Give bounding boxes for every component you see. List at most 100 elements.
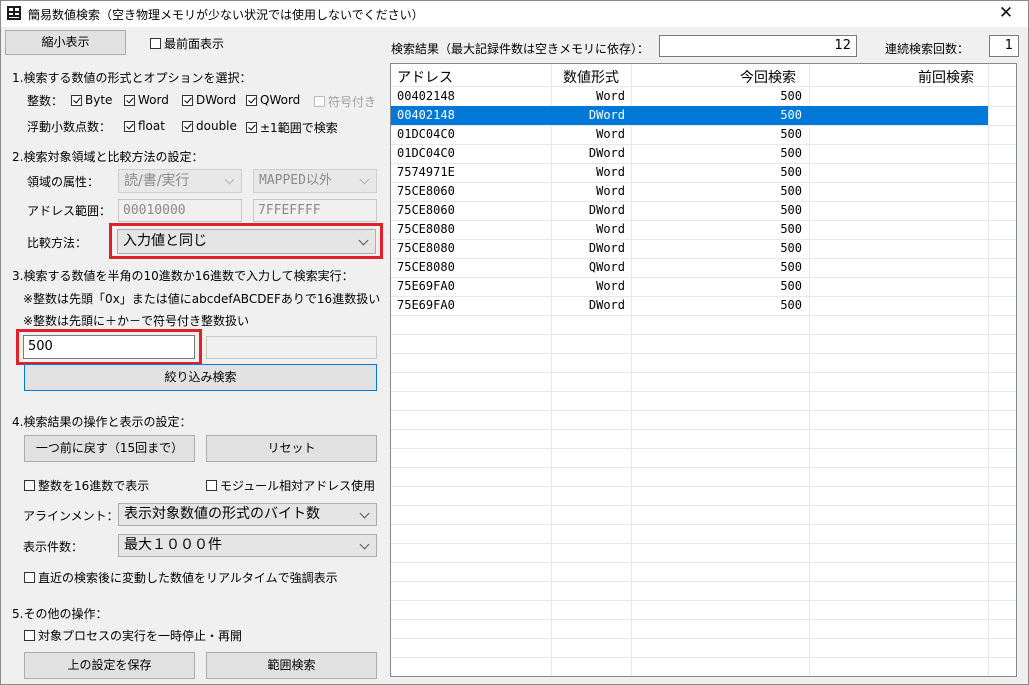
hex-display-checkbox[interactable]: 整数を16進数で表示 [24,477,149,494]
byte-checkbox-box[interactable] [71,94,82,106]
alignment-select[interactable]: 表示対象数値の形式のバイト数 [118,503,377,526]
address-cell: 75CE8060 [397,203,455,217]
signed-label: 符号付き [328,95,377,109]
section4-heading: 4.検索結果の操作と表示の設定： [12,415,192,429]
word-checkbox-box[interactable] [124,94,135,106]
module-relative-label: モジュール相対アドレス使用 [220,479,376,493]
repeat-count-field[interactable]: 1 [989,35,1019,57]
range-search-checkbox-box[interactable] [246,122,257,133]
undo-button[interactable]: 一つ前に戻す（15回まで） [24,435,195,462]
region-attr-select[interactable]: 読/書/実行 [118,169,242,193]
realtime-highlight-checkbox-box[interactable] [24,572,35,583]
table-row[interactable]: 75CE8080 Word 500 [391,220,988,239]
repeat-count-label: 連続検索回数： [885,42,970,56]
hex-display-label: 整数を16進数で表示 [38,479,150,493]
range-search-checkbox[interactable]: ±1範囲で検索 [246,119,338,136]
table-row[interactable]: 75CE8080 DWord 500 [391,239,988,258]
float-option-label: float [138,119,165,133]
column-header-type[interactable]: 数値形式 [563,67,619,87]
current-value-cell: 500 [780,127,802,141]
section2-heading: 2.検索対象領域と比較方法の設定： [12,150,204,164]
range-start-field[interactable]: 00010000 [118,199,242,222]
signed-checkbox[interactable]: 符号付き [314,93,376,110]
type-cell: DWord [588,241,625,255]
address-cell: 75E69FA0 [397,279,455,293]
display-count-label: 表示件数： [23,540,84,554]
pause-process-checkbox-box[interactable] [24,630,35,641]
table-row[interactable]: 00402148 Word 500 [391,87,988,106]
app-icon [7,6,21,20]
chevron-down-icon [360,504,370,525]
results-count-field: 12 [659,35,857,57]
module-relative-checkbox-box[interactable] [206,480,217,491]
filter-search-button[interactable]: 絞り込み検索 [24,364,377,391]
dword-checkbox-box[interactable] [182,94,193,106]
topmost-label: 最前面表示 [164,37,225,51]
float-checkbox-box[interactable] [124,120,135,132]
shrink-view-button[interactable]: 縮小表示 [5,30,126,55]
type-cell: Word [596,184,625,198]
dword-checkbox[interactable]: DWord [182,93,236,107]
table-row[interactable]: 01DC04C0 DWord 500 [391,144,988,163]
hex-note: ※整数は先頭「0x」または値にabcdefABCDEFありで16進数扱い [23,292,381,306]
title-bar: 簡易数値検索（空き物理メモリが少ない状況では使用しないでください） ✕ [1,1,1028,27]
realtime-highlight-checkbox[interactable]: 直近の検索後に変動した数値をリアルタイムで強調表示 [24,569,338,586]
type-cell: DWord [588,298,625,312]
type-cell: DWord [588,108,625,122]
range-search-button[interactable]: 範囲検索 [206,652,377,679]
word-checkbox[interactable]: Word [124,93,169,107]
current-value-cell: 500 [780,279,802,293]
chevron-down-icon [360,170,370,192]
column-header-address[interactable]: アドレス [397,67,453,87]
table-row[interactable]: 00402148 DWord 500 [391,106,988,125]
range-end-field[interactable]: 7FFEFFFF [253,199,377,222]
section3-heading: 3.検索する数値を半角の10進数か16進数で入力して検索実行： [12,269,354,283]
table-row[interactable]: 75CE8060 Word 500 [391,182,988,201]
current-value-cell: 500 [780,203,802,217]
mapped-select[interactable]: MAPPED以外 [253,169,377,193]
mapped-value: MAPPED以外 [259,173,332,188]
address-cell: 75CE8080 [397,222,455,236]
second-value-input[interactable] [206,336,377,359]
byte-label: Byte [85,93,113,107]
table-row[interactable]: 7574971E Word 500 [391,163,988,182]
range-search-label: ±1範囲で検索 [260,121,338,135]
double-checkbox[interactable]: double [182,119,237,133]
close-button[interactable]: ✕ [984,1,1028,27]
column-header-current[interactable]: 今回検索 [740,67,796,87]
pause-process-checkbox[interactable]: 対象プロセスの実行を一時停止・再開 [24,627,242,644]
signed-checkbox-box[interactable] [314,96,325,107]
section1-heading: 1.検索する数値の形式とオプションを選択： [12,71,252,85]
address-cell: 01DC04C0 [397,127,455,141]
type-cell: DWord [588,146,625,160]
table-row[interactable]: 01DC04C0 Word 500 [391,125,988,144]
table-row[interactable]: 75E69FA0 Word 500 [391,277,988,296]
save-settings-button[interactable]: 上の設定を保存 [24,652,195,679]
qword-checkbox-box[interactable] [246,94,257,106]
table-row[interactable]: 75CE8080 QWord 500 [391,258,988,277]
region-attr-label: 領域の属性： [27,175,100,189]
int-label: 整数： [27,94,64,108]
address-cell: 75E69FA0 [397,298,455,312]
table-row[interactable]: 75CE8060 DWord 500 [391,201,988,220]
address-cell: 00402148 [397,108,455,122]
realtime-highlight-label: 直近の検索後に変動した数値をリアルタイムで強調表示 [38,571,338,585]
reset-button[interactable]: リセット [206,435,377,462]
hex-display-checkbox-box[interactable] [24,480,35,491]
current-value-cell: 500 [780,165,802,179]
results-table[interactable]: アドレス 数値形式 今回検索 前回検索 00402148 Word 500 00402… [390,63,1017,677]
float-checkbox[interactable]: float [124,119,165,133]
topmost-checkbox[interactable]: 最前面表示 [150,35,224,52]
address-cell: 01DC04C0 [397,146,455,160]
address-cell: 7574971E [397,165,455,179]
byte-checkbox[interactable]: Byte [71,93,112,107]
module-relative-checkbox[interactable]: モジュール相対アドレス使用 [206,477,375,494]
display-count-select[interactable]: 最大１０００件 [118,534,377,557]
qword-checkbox[interactable]: QWord [246,93,300,107]
double-checkbox-box[interactable] [182,120,193,132]
table-row[interactable]: 75E69FA0 DWord 500 [391,296,988,315]
current-value-cell: 500 [780,108,802,122]
float-label: 浮動小数点数： [27,120,112,134]
topmost-checkbox-box[interactable] [150,38,161,49]
column-header-previous[interactable]: 前回検索 [918,67,974,87]
